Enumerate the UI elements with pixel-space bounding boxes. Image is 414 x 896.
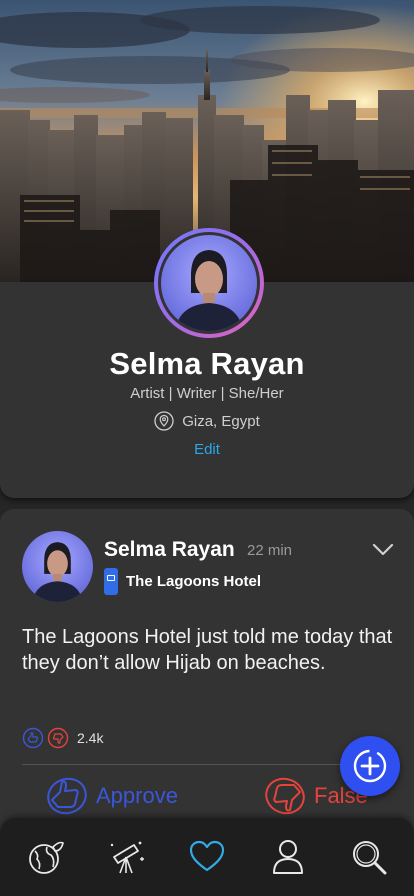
telescope-icon <box>110 841 144 874</box>
profile-avatar[interactable] <box>154 228 264 338</box>
nav-item-profile[interactable] <box>265 834 311 880</box>
false-icon <box>265 777 305 815</box>
post-place-label: The Lagoons Hotel <box>126 573 261 590</box>
false-reaction-icon <box>47 727 69 749</box>
profile-bio: Artist | Writer | She/Her <box>130 385 284 402</box>
avatar-photo <box>161 235 257 331</box>
post-body: The Lagoons Hotel just told me today tha… <box>22 626 393 674</box>
avatar-photo <box>22 531 93 602</box>
post-place-tag[interactable]: The Lagoons Hotel <box>104 568 261 595</box>
heart-icon <box>189 840 225 872</box>
nav-item-search[interactable] <box>346 834 392 880</box>
reaction-count: 2.4k <box>77 730 104 746</box>
approve-label: Approve <box>96 783 178 808</box>
location-pin-icon <box>154 411 174 431</box>
profile-name: Selma Rayan <box>109 346 305 381</box>
create-post-button[interactable] <box>340 736 400 796</box>
user-icon <box>273 840 304 874</box>
post-author-name[interactable]: Selma Rayan <box>104 538 235 562</box>
edit-profile-link[interactable]: Edit <box>0 441 414 458</box>
nav-item-favorites[interactable] <box>184 834 230 880</box>
reaction-summary[interactable]: 2.4k <box>22 727 103 749</box>
bottom-nav <box>0 818 414 896</box>
approve-button[interactable]: Approve <box>44 776 178 816</box>
chevron-down-icon[interactable] <box>372 538 394 560</box>
post-divider <box>22 764 392 765</box>
approve-reaction-icon <box>22 727 44 749</box>
globe-leaf-icon <box>28 841 64 874</box>
post-timestamp: 22 min <box>247 542 293 559</box>
location-label: Giza, Egypt <box>182 412 260 430</box>
nav-item-explore[interactable] <box>22 834 68 880</box>
post-author-avatar[interactable] <box>22 531 93 602</box>
profile-location: Giza, Egypt <box>0 411 414 431</box>
search-icon <box>353 841 387 875</box>
profile-screen: Selma Rayan Artist | Writer | She/Her Gi… <box>0 0 414 896</box>
hotel-icon <box>104 568 118 595</box>
approve-icon <box>47 777 87 815</box>
nav-item-discover[interactable] <box>103 834 149 880</box>
add-circle-icon <box>353 749 387 783</box>
